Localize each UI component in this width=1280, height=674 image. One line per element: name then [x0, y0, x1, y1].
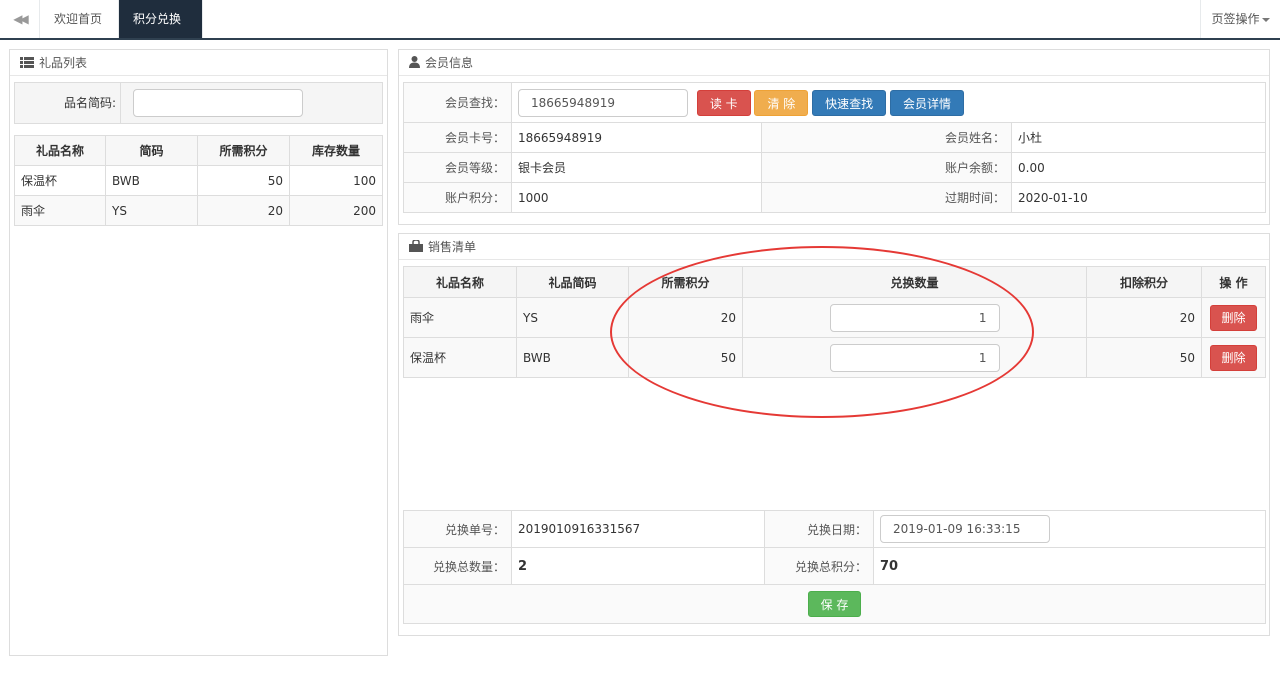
delete-button[interactable]: 删除 [1210, 344, 1257, 371]
double-left-arrow-icon[interactable]: ◀◀ [0, 0, 40, 38]
gift-list-header: 礼品列表 [10, 50, 387, 76]
tab-bar: ◀◀ 欢迎首页 积分兑换✖ 页签操作 [0, 0, 1280, 64]
tab-points-exchange[interactable]: 积分兑换✖ [119, 0, 203, 64]
gift-name: 保温杯 [14, 165, 106, 196]
total-points-value: 70 [873, 547, 1266, 585]
item-code: YS [516, 297, 629, 338]
tab-operations-label: 页签操作 [1211, 12, 1260, 26]
shopping-bag-icon [409, 235, 423, 261]
gift-stock: 100 [289, 165, 383, 196]
exchange-date-input[interactable] [880, 515, 1050, 543]
tab-label: 积分兑换 [133, 12, 182, 26]
table-row[interactable]: 保温杯 BWB 50 100 [14, 165, 383, 196]
member-info-header: 会员信息 [399, 50, 1269, 76]
gift-code: BWB [105, 165, 198, 196]
member-info-table: 会员查找： 读 卡 清 除 快速查找 会员详情 会员卡号： 1866594891… [403, 82, 1266, 213]
member-name-value: 小杜 [1011, 122, 1266, 153]
quick-search-button[interactable]: 快速查找 [812, 89, 887, 116]
gift-code: YS [105, 195, 198, 226]
read-card-button[interactable]: 读 卡 [696, 89, 751, 116]
member-level-label: 会员等级： [403, 152, 512, 183]
exchange-quantity-input[interactable] [829, 303, 1000, 332]
account-points-label: 账户积分： [403, 182, 512, 213]
order-number-label: 兑换单号： [403, 510, 512, 548]
member-info-panel: 会员信息 会员查找： 读 卡 清 除 快速查找 会员详情 会员卡号： 18665… [398, 49, 1270, 225]
order-number-value: 2019010916331567 [511, 510, 765, 548]
gift-list-panel: 礼品列表 品名简码: 礼品名称 简码 所需积分 库存数量 保温杯 BWB 50 … [9, 49, 388, 656]
deduct-points: 20 [1086, 297, 1202, 338]
exchange-date-label: 兑换日期： [764, 510, 874, 548]
gift-search-input[interactable] [133, 89, 303, 117]
member-search-label: 会员查找： [403, 82, 512, 123]
total-quantity-value: 2 [511, 547, 765, 585]
column-header: 所需积分 [628, 266, 743, 298]
gift-points: 20 [197, 195, 290, 226]
account-points-value: 1000 [511, 182, 762, 213]
account-balance-label: 账户余额： [761, 152, 1012, 183]
member-name-label: 会员姓名： [761, 122, 1012, 153]
item-points: 50 [628, 337, 743, 378]
total-quantity-label: 兑换总数量： [403, 547, 512, 585]
item-name: 雨伞 [403, 297, 517, 338]
item-code: BWB [516, 337, 629, 378]
column-header: 扣除积分 [1086, 266, 1202, 298]
chevron-down-icon [1261, 17, 1270, 22]
column-header: 操 作 [1201, 266, 1266, 298]
total-points-label: 兑换总积分： [764, 547, 874, 585]
gift-search-label: 品名简码: [15, 83, 121, 123]
member-detail-button[interactable]: 会员详情 [889, 89, 964, 116]
sales-list-title: 销售清单 [428, 240, 477, 254]
card-number-value: 18665948919 [511, 122, 762, 153]
save-button[interactable]: 保 存 [807, 591, 862, 617]
account-balance-value: 0.00 [1011, 152, 1266, 183]
gift-name: 雨伞 [14, 195, 106, 226]
expire-time-value: 2020-01-10 [1011, 182, 1266, 213]
column-header: 礼品简码 [516, 266, 629, 298]
exchange-quantity-input[interactable] [829, 343, 1000, 372]
gift-stock: 200 [289, 195, 383, 226]
column-header: 库存数量 [289, 135, 383, 166]
gift-table: 礼品名称 简码 所需积分 库存数量 保温杯 BWB 50 100 雨伞 YS 2… [14, 135, 383, 226]
gift-search-box: 品名简码: [14, 82, 383, 124]
column-header: 兑换数量 [742, 266, 1087, 298]
item-name: 保温杯 [403, 337, 517, 378]
member-search-input[interactable] [518, 88, 688, 117]
list-icon [20, 51, 34, 77]
tab-operations-dropdown[interactable]: 页签操作 [1200, 0, 1280, 38]
sales-list-panel: 销售清单 礼品名称 礼品简码 所需积分 兑换数量 扣除积分 操 作 雨伞 YS … [398, 233, 1270, 636]
column-header: 简码 [105, 135, 198, 166]
sales-list-header: 销售清单 [399, 234, 1269, 260]
gift-points: 50 [197, 165, 290, 196]
column-header: 礼品名称 [403, 266, 517, 298]
sales-table: 礼品名称 礼品简码 所需积分 兑换数量 扣除积分 操 作 雨伞 YS 20 20… [403, 266, 1266, 378]
table-row: 雨伞 YS 20 20 删除 [403, 297, 1266, 338]
table-row: 保温杯 BWB 50 50 删除 [403, 337, 1266, 378]
deduct-points: 50 [1086, 337, 1202, 378]
expire-time-label: 过期时间： [761, 182, 1012, 213]
member-level-value: 银卡会员 [511, 152, 762, 183]
item-points: 20 [628, 297, 743, 338]
exchange-summary-table: 兑换单号： 2019010916331567 兑换日期： 兑换总数量： 2 兑换… [403, 510, 1266, 624]
card-number-label: 会员卡号： [403, 122, 512, 153]
column-header: 所需积分 [197, 135, 290, 166]
member-info-title: 会员信息 [425, 56, 474, 70]
delete-button[interactable]: 删除 [1210, 304, 1257, 331]
tab-welcome-home[interactable]: 欢迎首页 [40, 0, 119, 38]
column-header: 礼品名称 [14, 135, 106, 166]
user-icon [409, 51, 420, 77]
table-row[interactable]: 雨伞 YS 20 200 [14, 195, 383, 226]
gift-list-title: 礼品列表 [39, 56, 88, 70]
clear-button[interactable]: 清 除 [754, 89, 809, 116]
